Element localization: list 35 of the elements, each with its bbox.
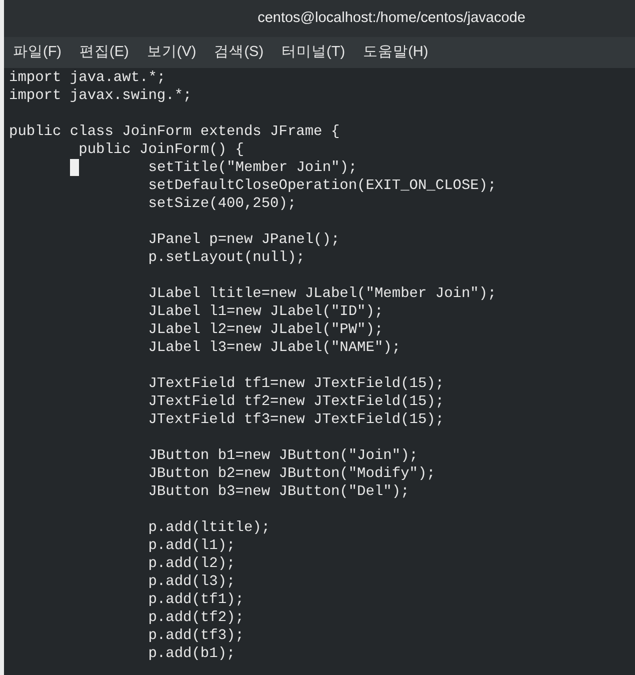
menu-item[interactable]: 도움말(H) xyxy=(356,42,436,64)
code-line: JLabel l1=new JLabel("ID"); xyxy=(147,304,384,320)
code-line: setSize(400,250); xyxy=(147,196,296,212)
code-line: JTextField tf2=new JTextField(15); xyxy=(147,394,444,410)
code-line: p.add(l2); xyxy=(147,556,236,572)
code-line: JTextField tf1=new JTextField(15); xyxy=(147,376,444,392)
code-line: setTitle("Member Join"); xyxy=(147,160,358,176)
menu-item[interactable]: 터미널(T) xyxy=(274,42,352,64)
code-line: JButton b1=new JButton("Join"); xyxy=(147,448,418,464)
menu-item[interactable]: 편집(E) xyxy=(72,42,136,64)
window-title: centos@localhost:/home/centos/javacode xyxy=(258,8,526,28)
menu-item[interactable]: 파일(F) xyxy=(6,42,69,64)
text-cursor xyxy=(70,159,79,176)
code-line: JTextField tf3=new JTextField(15); xyxy=(147,412,444,428)
code-line: p.setLayout(null); xyxy=(147,250,305,266)
code-line: setDefaultCloseOperation(EXIT_ON_CLOSE); xyxy=(147,178,496,194)
code-line: p.add(l3); xyxy=(147,574,236,590)
code-line: JLabel ltitle=new JLabel("Member Join"); xyxy=(147,286,496,302)
code-line: p.add(l1); xyxy=(147,538,236,554)
code-line: p.add(tf2); xyxy=(147,610,244,626)
code-line: public JoinForm() { xyxy=(78,142,244,158)
code-line: p.add(tf1); xyxy=(147,592,244,608)
code-line: p.add(ltitle); xyxy=(147,520,270,536)
menu-item[interactable]: 보기(V) xyxy=(140,42,204,64)
code-line: JLabel l2=new JLabel("PW"); xyxy=(147,322,384,338)
code-line: p.add(tf3); xyxy=(147,628,244,644)
code-line: import java.awt.*; xyxy=(9,70,166,86)
code-line: p.add(b1); xyxy=(147,646,236,662)
menu-item[interactable]: 검색(S) xyxy=(207,42,271,64)
code-line: JButton b2=new JButton("Modify"); xyxy=(147,466,436,482)
code-line: JPanel p=new JPanel(); xyxy=(147,232,340,248)
code-line: JLabel l3=new JLabel("NAME"); xyxy=(147,340,401,356)
code-line: import javax.swing.*; xyxy=(9,88,192,104)
code-line: public class JoinForm extends JFrame { xyxy=(9,124,340,140)
code-line: JButton b3=new JButton("Del"); xyxy=(147,484,410,500)
